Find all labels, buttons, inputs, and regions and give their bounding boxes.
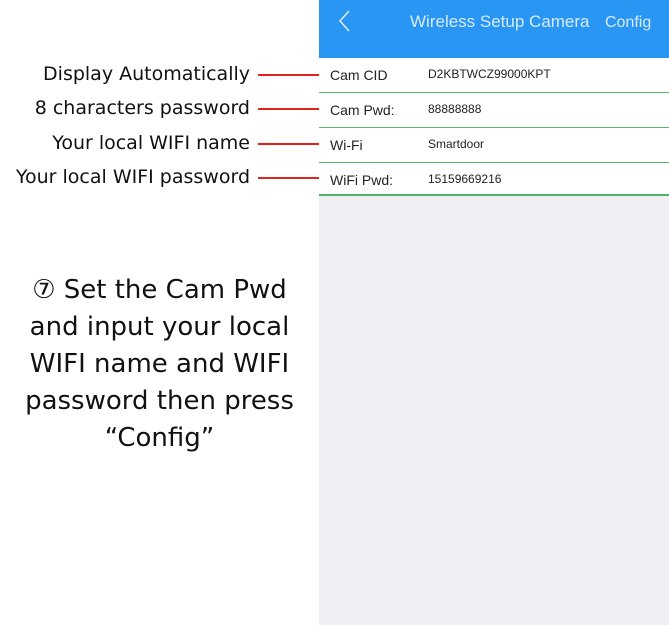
setup-form: Cam CID Cam Pwd: Wi-Fi WiFi Pwd: xyxy=(319,58,669,196)
wifi-password-field[interactable] xyxy=(428,172,658,186)
annotation-password-length: 8 characters password xyxy=(34,97,250,119)
annotation-wifi-name: Your local WIFI name xyxy=(52,132,250,154)
wifi-pwd-label: WiFi Pwd: xyxy=(330,172,393,188)
leader-line xyxy=(258,74,328,76)
leader-line xyxy=(258,177,328,179)
cam-cid-label: Cam CID xyxy=(330,67,388,83)
instruction-line: and input your local xyxy=(29,312,290,342)
form-row-wifi: Wi-Fi xyxy=(319,128,669,163)
config-button[interactable]: Config xyxy=(605,14,651,32)
form-row-wifi-pwd: WiFi Pwd: xyxy=(319,163,669,197)
step-instruction: ⑦ Set the Cam Pwd and input your local W… xyxy=(0,272,319,457)
instruction-line: password then press xyxy=(25,386,294,416)
instruction-line: WIFI name and WIFI xyxy=(29,349,290,379)
instruction-line: ⑦ Set the Cam Pwd xyxy=(32,275,287,305)
back-button[interactable] xyxy=(333,6,357,36)
form-row-cam-pwd: Cam Pwd: xyxy=(319,93,669,128)
page-title: Wireless Setup Camera xyxy=(410,12,590,31)
form-row-cam-cid: Cam CID xyxy=(319,58,669,93)
annotation-display-automatically: Display Automatically xyxy=(43,63,250,85)
cam-cid-field[interactable] xyxy=(428,67,658,81)
phone-screen: Wireless Setup Camera Config Cam CID Cam… xyxy=(319,0,669,625)
instruction-line: “Config” xyxy=(104,423,215,453)
wifi-label: Wi-Fi xyxy=(330,137,363,153)
chevron-left-icon xyxy=(338,10,350,32)
navigation-bar: Wireless Setup Camera Config xyxy=(319,0,669,58)
leader-line xyxy=(258,108,328,110)
leader-line xyxy=(258,143,328,145)
cam-pwd-field[interactable] xyxy=(428,102,658,116)
wifi-name-field[interactable] xyxy=(428,137,658,151)
cam-pwd-label: Cam Pwd: xyxy=(330,102,395,118)
annotation-wifi-password: Your local WIFI password xyxy=(15,166,250,188)
